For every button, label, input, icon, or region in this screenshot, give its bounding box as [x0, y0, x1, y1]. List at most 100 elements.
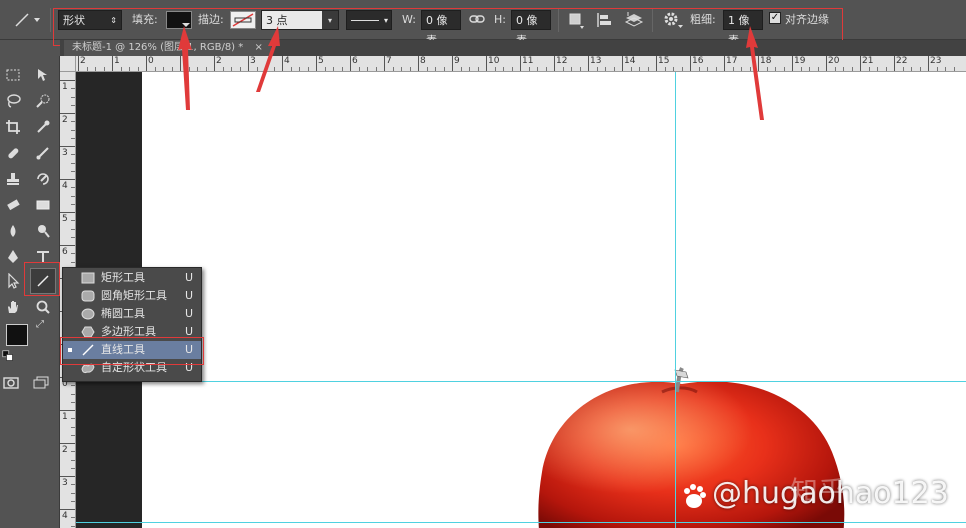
line-tool-preset-icon[interactable] [12, 8, 42, 28]
clone-stamp-icon[interactable] [2, 168, 24, 190]
ruler-minor-tick [222, 67, 224, 71]
ruler-minor-tick [307, 67, 309, 71]
ruler-label: 2 [62, 115, 68, 125]
stroke-swatch[interactable] [230, 11, 256, 29]
align-edges-label: 对齐边缘 [785, 13, 829, 26]
ruler-major-tick [60, 245, 75, 246]
history-brush-icon[interactable] [32, 168, 54, 190]
ruler-label: 2 [62, 445, 68, 455]
lasso-icon[interactable] [2, 90, 24, 112]
ruler-minor-tick [205, 67, 207, 71]
guide-horizontal-1[interactable] [76, 381, 966, 382]
height-label: H: [494, 13, 506, 26]
path-selection-icon[interactable] [2, 270, 24, 292]
close-icon[interactable]: × [254, 42, 262, 53]
flyout-item-custom-shape[interactable]: 自定形状工具 U [63, 359, 201, 377]
ruler-label: 3 [250, 56, 256, 66]
foreground-color-swatch[interactable] [6, 324, 28, 346]
flyout-item-shortcut: U [185, 325, 194, 338]
options-bar: 形状 ⇕ 填充: 描边: 3 点 ▾ ▾ W: 0 像素 H: 0 像素 [0, 0, 966, 47]
document-canvas[interactable] [142, 72, 966, 528]
guide-horizontal-2[interactable] [76, 522, 966, 523]
ruler-minor-tick [367, 67, 368, 71]
ruler-origin[interactable] [60, 56, 76, 72]
hand-icon[interactable] [2, 296, 24, 318]
flyout-item-rounded-rectangle[interactable]: 圆角矩形工具 U [63, 287, 201, 305]
blur-icon[interactable] [2, 220, 24, 242]
weight-field[interactable]: 1 像素 [723, 10, 763, 47]
ruler-label: 2 [216, 56, 222, 66]
path-alignment-icon[interactable] [596, 10, 614, 30]
mode-select[interactable]: 形状 ⇕ [58, 10, 122, 30]
pen-icon[interactable] [2, 246, 24, 268]
ruler-label: 1 [62, 82, 68, 92]
ruler-label: 1 [114, 56, 120, 66]
ruler-minor-tick [71, 525, 75, 527]
ruler-major-tick [146, 56, 147, 71]
marquee-icon[interactable] [2, 64, 24, 86]
zoom-icon[interactable] [32, 296, 54, 318]
crop-icon[interactable] [2, 116, 24, 138]
workspace[interactable] [76, 72, 966, 528]
ruler-major-tick [792, 56, 793, 71]
horizontal-ruler[interactable]: 2 1 0 1 2 3 4 5 6 7 8 9 10 11 12 13 14 15 16 17 18 19 20 21 22 23 [76, 56, 966, 72]
fill-swatch[interactable] [166, 11, 192, 29]
ruler-major-tick [248, 56, 249, 71]
ruler-minor-tick [375, 67, 377, 71]
ruler-major-tick [860, 56, 861, 71]
quick-selection-icon[interactable] [32, 90, 54, 112]
stroke-type-select[interactable]: ▾ [346, 10, 392, 30]
ruler-minor-tick [188, 67, 190, 71]
flyout-item-label: 椭圆工具 [101, 307, 145, 320]
default-colors-icon[interactable] [2, 350, 14, 362]
brush-icon[interactable] [32, 142, 54, 164]
ruler-minor-tick [137, 67, 139, 71]
ruler-label: 1 [62, 412, 68, 422]
stroke-label: 描边: [198, 13, 224, 26]
document-tab[interactable]: 未标题-1 @ 126% (图层 1, RGB/8) * × [64, 40, 271, 56]
quick-mask-icon[interactable] [0, 372, 22, 394]
ruler-minor-tick [749, 67, 751, 71]
height-field[interactable]: 0 像素 [511, 10, 551, 47]
type-icon[interactable] [32, 246, 54, 268]
eraser-icon[interactable] [2, 194, 24, 216]
link-icon[interactable] [469, 9, 485, 29]
stroke-width-field[interactable]: 3 点 ▾ [261, 10, 339, 30]
eyedropper-icon[interactable] [32, 116, 54, 138]
align-edges-checkbox[interactable]: ✓ [769, 12, 781, 24]
dodge-icon[interactable] [32, 220, 54, 242]
ruler-minor-tick [732, 67, 734, 71]
ruler-label: 7 [386, 56, 392, 66]
screen-mode-icon[interactable] [30, 372, 52, 394]
ruler-label: 5 [318, 56, 324, 66]
flyout-item-rectangle[interactable]: 矩形工具 U [63, 269, 201, 287]
gradient-icon[interactable] [32, 194, 54, 216]
ruler-major-tick [316, 56, 317, 71]
ruler-major-tick [60, 509, 75, 510]
line-icon [81, 344, 95, 356]
ruler-label: 16 [692, 56, 704, 66]
custom-shape-icon [81, 362, 95, 374]
flyout-item-line[interactable]: 直线工具 U [63, 341, 201, 359]
ellipse-icon [81, 308, 95, 320]
path-arrangement-icon[interactable] [624, 10, 644, 30]
width-field[interactable]: 0 像素 [421, 10, 461, 47]
path-operations-icon[interactable] [568, 10, 586, 30]
move-icon[interactable] [32, 64, 54, 86]
ruler-major-tick [724, 56, 725, 71]
ruler-minor-tick [341, 67, 343, 71]
line-tool-icon[interactable] [30, 268, 56, 294]
guide-vertical[interactable] [675, 72, 676, 528]
baidu-paw-icon [680, 481, 708, 509]
no-stroke-icon [232, 13, 254, 27]
stroke-line-preview [351, 20, 379, 21]
ruler-minor-tick [290, 67, 292, 71]
chevron-down-icon[interactable]: ▾ [322, 11, 338, 29]
ruler-label: 9 [454, 56, 460, 66]
ruler-minor-tick [71, 170, 75, 172]
healing-brush-icon[interactable] [2, 142, 24, 164]
flyout-item-ellipse[interactable]: 椭圆工具 U [63, 305, 201, 323]
swap-colors-icon[interactable]: ⤢ [34, 318, 46, 330]
gear-icon[interactable] [662, 10, 684, 30]
flyout-item-polygon[interactable]: 多边形工具 U [63, 323, 201, 341]
